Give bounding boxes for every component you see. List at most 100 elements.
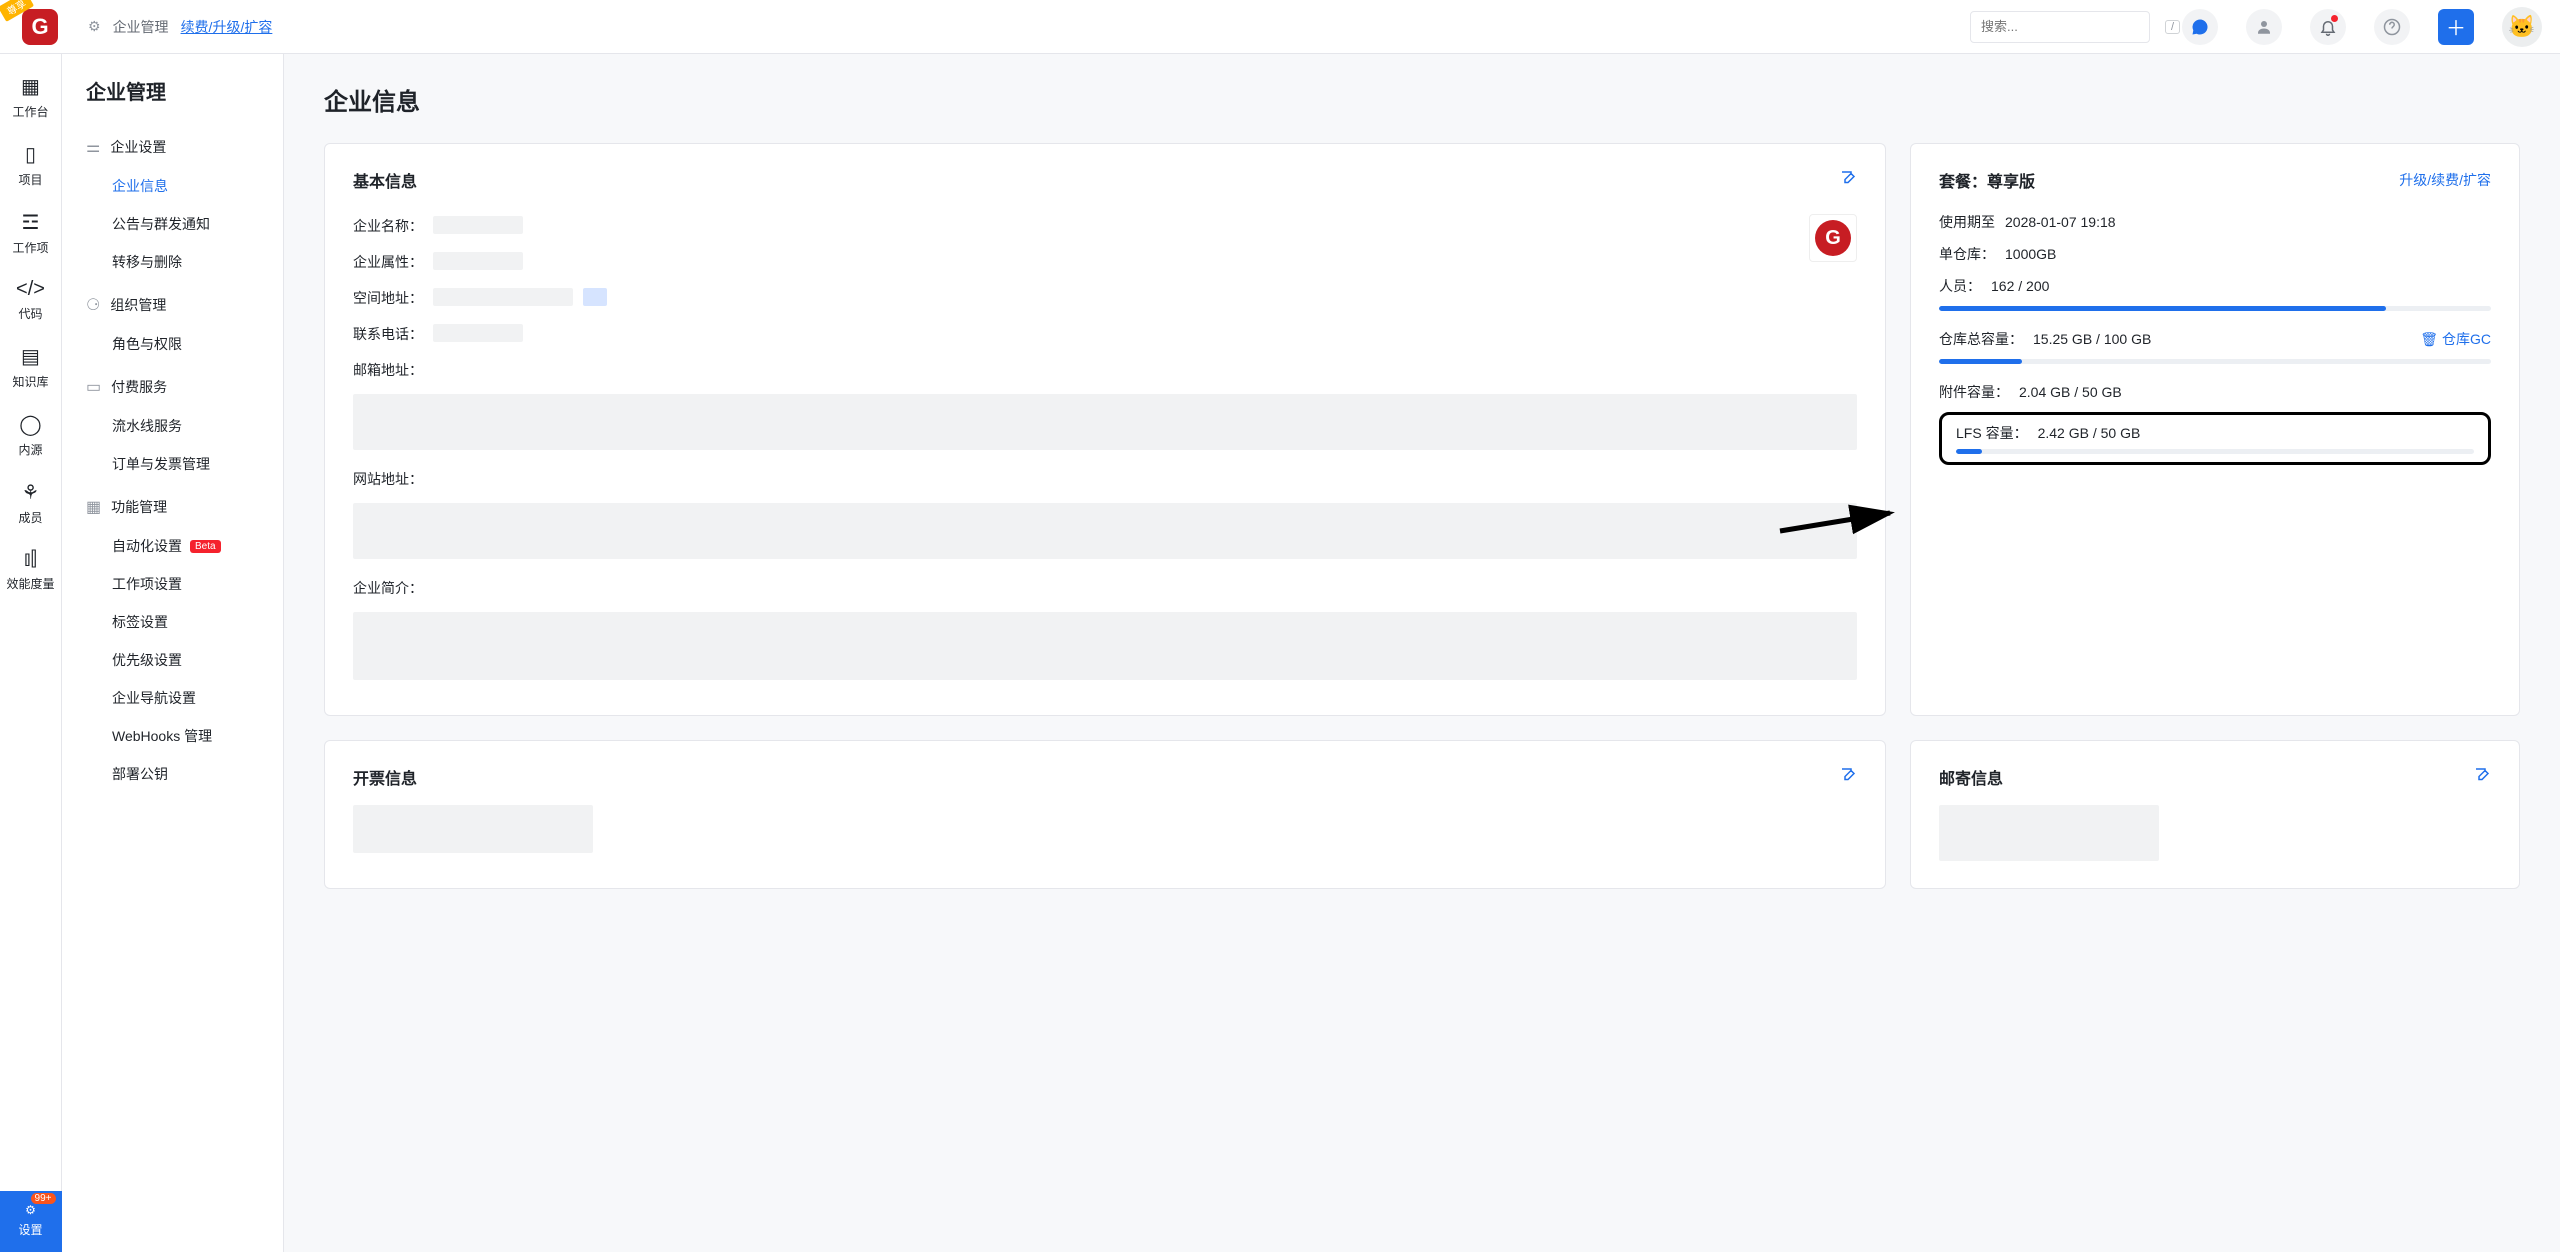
- link-announcement[interactable]: 公告与群发通知: [74, 205, 271, 243]
- breadcrumb-link[interactable]: 续费/升级/扩容: [181, 17, 273, 37]
- label-total-storage: 仓库总容量：: [1939, 329, 2023, 349]
- rail-internal[interactable]: ◯内源: [0, 402, 62, 470]
- redacted-value: [433, 324, 523, 342]
- lfs-highlight-box: LFS 容量：2.42 GB / 50 GB: [1939, 412, 2491, 465]
- rail-workitem[interactable]: ☲工作项: [0, 200, 62, 268]
- redacted-block: [353, 612, 1857, 680]
- group-features[interactable]: ▦功能管理: [74, 487, 271, 527]
- plan-title: 套餐：尊享版: [1939, 168, 2035, 192]
- search-input[interactable]: [1981, 19, 2157, 34]
- org-icon: ⚆: [86, 295, 100, 315]
- opensource-icon: ◯: [19, 412, 41, 437]
- progress-people: [1939, 306, 2491, 311]
- label-attach: 附件容量：: [1939, 382, 2009, 402]
- link-enterprise-info[interactable]: 企业信息: [74, 167, 271, 205]
- label-lfs: LFS 容量：: [1956, 423, 2028, 443]
- add-button[interactable]: ＋: [2438, 9, 2474, 45]
- edit-icon[interactable]: [1839, 169, 1857, 192]
- link-orders[interactable]: 订单与发票管理: [74, 445, 271, 483]
- link-automation[interactable]: 自动化设置Beta: [74, 527, 271, 565]
- left-rail: ▦工作台 ▯项目 ☲工作项 </>代码 ▤知识库 ◯内源 ⚘成员 ⫾⫿效能度量 …: [0, 54, 62, 1252]
- card-invoice: 开票信息: [324, 740, 1886, 889]
- card-plan: 套餐：尊享版 升级/续费/扩容 使用期至2028-01-07 19:18 单仓库…: [1910, 143, 2520, 716]
- group-enterprise-settings[interactable]: ⚌企业设置: [74, 127, 271, 167]
- list-icon: ☲: [22, 210, 40, 235]
- gear-icon: ⚙: [25, 1203, 36, 1217]
- bell-icon[interactable]: [2310, 9, 2346, 45]
- redacted-value: [433, 252, 523, 270]
- rail-member[interactable]: ⚘成员: [0, 470, 62, 538]
- value-single-repo: 1000GB: [2005, 246, 2056, 262]
- progress-total: [1939, 359, 2491, 364]
- chat-icon[interactable]: [2182, 9, 2218, 45]
- trash-icon: 🗑: [2420, 331, 2438, 348]
- edit-icon[interactable]: [1839, 766, 1857, 789]
- book-icon: ▯: [25, 142, 36, 167]
- link-roles[interactable]: 角色与权限: [74, 325, 271, 363]
- plan-upgrade-link[interactable]: 升级/续费/扩容: [2399, 170, 2491, 190]
- rail-settings[interactable]: 99+ ⚙ 设置: [0, 1191, 62, 1252]
- rail-metrics[interactable]: ⫾⫿效能度量: [0, 538, 62, 604]
- link-pipeline[interactable]: 流水线服务: [74, 407, 271, 445]
- link-webhooks[interactable]: WebHooks 管理: [74, 717, 271, 755]
- code-icon: </>: [16, 278, 45, 301]
- rail-code[interactable]: </>代码: [0, 268, 62, 334]
- beta-tag: Beta: [190, 540, 221, 553]
- label-name: 企业名称：: [353, 216, 433, 236]
- link-nav-settings[interactable]: 企业导航设置: [74, 679, 271, 717]
- value-total-storage: 15.25 GB / 100 GB: [2033, 331, 2151, 347]
- grid-icon: ▦: [21, 74, 40, 99]
- card-basic-info: 基本信息 G 企业名称： 企业属性： 空间地址： 联系电话： 邮箱地址： 网站地…: [324, 143, 1886, 716]
- value-attach: 2.04 GB / 50 GB: [2019, 384, 2122, 400]
- label-desc: 企业简介：: [353, 578, 433, 598]
- link-deploy-keys[interactable]: 部署公钥: [74, 755, 271, 793]
- profile-icon[interactable]: [2246, 9, 2282, 45]
- top-header: 尊享 G ⚙ 企业管理 续费/升级/扩容 / ＋ 🐱: [0, 0, 2560, 54]
- search-shortcut: /: [2165, 20, 2180, 34]
- rail-project[interactable]: ▯项目: [0, 132, 62, 200]
- label-phone: 联系电话：: [353, 324, 433, 344]
- logo-letter: G: [31, 14, 48, 40]
- sliders-icon: ⚌: [86, 137, 100, 157]
- label-email: 邮箱地址：: [353, 360, 433, 380]
- redacted-block: [353, 805, 593, 853]
- rail-workspace[interactable]: ▦工作台: [0, 64, 62, 132]
- breadcrumb: ⚙ 企业管理 续费/升级/扩容: [88, 17, 272, 37]
- progress-lfs: [1956, 449, 2474, 454]
- chart-icon: ⫾⫿: [24, 548, 37, 571]
- link-transfer-delete[interactable]: 转移与删除: [74, 243, 271, 281]
- link-workitem-settings[interactable]: 工作项设置: [74, 565, 271, 603]
- redacted-block: [1939, 805, 2159, 861]
- redacted-value: [433, 216, 523, 234]
- logo[interactable]: 尊享 G: [18, 0, 66, 54]
- help-icon[interactable]: [2374, 9, 2410, 45]
- settings-badge: 99+: [31, 1193, 56, 1204]
- doc-icon: ▤: [21, 344, 40, 369]
- side-title: 企业管理: [62, 76, 283, 127]
- repo-gc-link[interactable]: 🗑仓库GC: [2420, 329, 2491, 349]
- group-paid[interactable]: ▭付费服务: [74, 367, 271, 407]
- rail-wiki[interactable]: ▤知识库: [0, 334, 62, 402]
- side-panel: 企业管理 ⚌企业设置 企业信息 公告与群发通知 转移与删除 ⚆组织管理 角色与权…: [62, 54, 284, 1252]
- people-icon: ⚘: [22, 480, 40, 505]
- gear-icon: ⚙: [88, 18, 101, 35]
- link-tag-settings[interactable]: 标签设置: [74, 603, 271, 641]
- label-attr: 企业属性：: [353, 252, 433, 272]
- logo-box: G: [22, 9, 58, 45]
- edit-icon[interactable]: [2473, 766, 2491, 789]
- card-icon: ▭: [86, 377, 101, 397]
- link-priority-settings[interactable]: 优先级设置: [74, 641, 271, 679]
- search-box[interactable]: /: [1970, 11, 2150, 43]
- label-people: 人员：: [1939, 276, 1981, 296]
- breadcrumb-root[interactable]: 企业管理: [113, 17, 169, 37]
- redacted-value: [583, 288, 607, 306]
- invoice-title: 开票信息: [353, 765, 417, 789]
- group-org[interactable]: ⚆组织管理: [74, 285, 271, 325]
- page-title: 企业信息: [324, 82, 2520, 117]
- main-content: 企业信息 基本信息 G 企业名称： 企业属性： 空间地址： 联系电话： 邮箱地址…: [284, 54, 2560, 1252]
- value-people: 162 / 200: [1991, 278, 2049, 294]
- avatar[interactable]: 🐱: [2502, 7, 2542, 47]
- top-icons: ＋ 🐱: [2182, 7, 2542, 47]
- mail-title: 邮寄信息: [1939, 765, 2003, 789]
- notification-dot: [2331, 15, 2338, 22]
